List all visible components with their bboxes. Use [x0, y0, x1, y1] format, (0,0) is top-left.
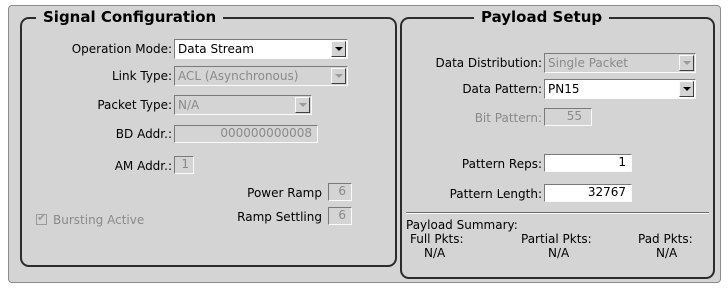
power-ramp-field[interactable]: 6: [328, 183, 352, 201]
operation-mode-value: Data Stream: [178, 42, 254, 56]
operation-mode-label: Operation Mode:: [71, 42, 172, 56]
summary-divider: [406, 212, 709, 214]
data-distribution-label: Data Distribution:: [435, 56, 542, 70]
pad-pkts-label: Pad Pkts:: [638, 232, 693, 246]
pattern-length-label: Pattern Length:: [449, 187, 542, 201]
data-distribution-value: Single Packet: [548, 56, 628, 70]
link-type-label: Link Type:: [112, 69, 172, 83]
payload-setup-group: Payload Setup Data Distribution: Single …: [400, 8, 715, 279]
signal-configuration-group: Signal Configuration Operation Mode: Dat…: [20, 8, 397, 267]
operation-mode-select[interactable]: Data Stream: [174, 39, 348, 59]
chevron-down-icon[interactable]: [679, 55, 694, 71]
bursting-active-checkbox[interactable]: ✔: [36, 211, 47, 225]
chevron-down-icon[interactable]: [331, 68, 346, 84]
am-addr-field[interactable]: 1: [174, 156, 194, 174]
payload-setup-title: Payload Setup: [474, 8, 610, 26]
data-pattern-label: Data Pattern:: [462, 82, 542, 96]
chevron-down-icon[interactable]: [679, 81, 694, 97]
packet-type-select[interactable]: N/A: [174, 95, 312, 115]
bd-addr-label: BD Addr.:: [115, 127, 172, 141]
pad-pkts-value: N/A: [656, 246, 678, 260]
data-distribution-select[interactable]: Single Packet: [544, 53, 696, 73]
bd-addr-field[interactable]: 000000000008: [174, 125, 318, 143]
payload-summary-title: Payload Summary:: [406, 218, 518, 232]
signal-configuration-title: Signal Configuration: [36, 8, 224, 26]
power-ramp-label: Power Ramp: [247, 186, 322, 200]
partial-pkts-value: N/A: [548, 246, 570, 260]
full-pkts-value: N/A: [424, 246, 446, 260]
pattern-length-field[interactable]: 32767: [544, 184, 632, 202]
packet-type-label: Packet Type:: [97, 98, 172, 112]
checkmark-icon: ✔: [37, 211, 47, 224]
bursting-active-label: Bursting Active: [53, 213, 145, 227]
chevron-down-icon[interactable]: [331, 41, 346, 57]
settings-panel: Signal Configuration Operation Mode: Dat…: [8, 5, 721, 283]
chevron-down-icon[interactable]: [295, 97, 310, 113]
ramp-settling-label: Ramp Settling: [237, 210, 322, 224]
bit-pattern-field[interactable]: 55: [544, 108, 592, 126]
bit-pattern-label: Bit Pattern:: [474, 111, 542, 125]
link-type-value: ACL (Asynchronous): [178, 69, 299, 83]
data-pattern-value: PN15: [548, 82, 580, 96]
full-pkts-label: Full Pkts:: [410, 232, 464, 246]
data-pattern-select[interactable]: PN15: [544, 79, 696, 99]
partial-pkts-label: Partial Pkts:: [521, 232, 592, 246]
am-addr-label: AM Addr.:: [114, 159, 172, 173]
pattern-reps-label: Pattern Reps:: [461, 157, 542, 171]
pattern-reps-field[interactable]: 1: [544, 154, 632, 172]
link-type-select[interactable]: ACL (Asynchronous): [174, 66, 348, 86]
packet-type-value: N/A: [178, 98, 200, 112]
ramp-settling-field[interactable]: 6: [328, 207, 352, 225]
